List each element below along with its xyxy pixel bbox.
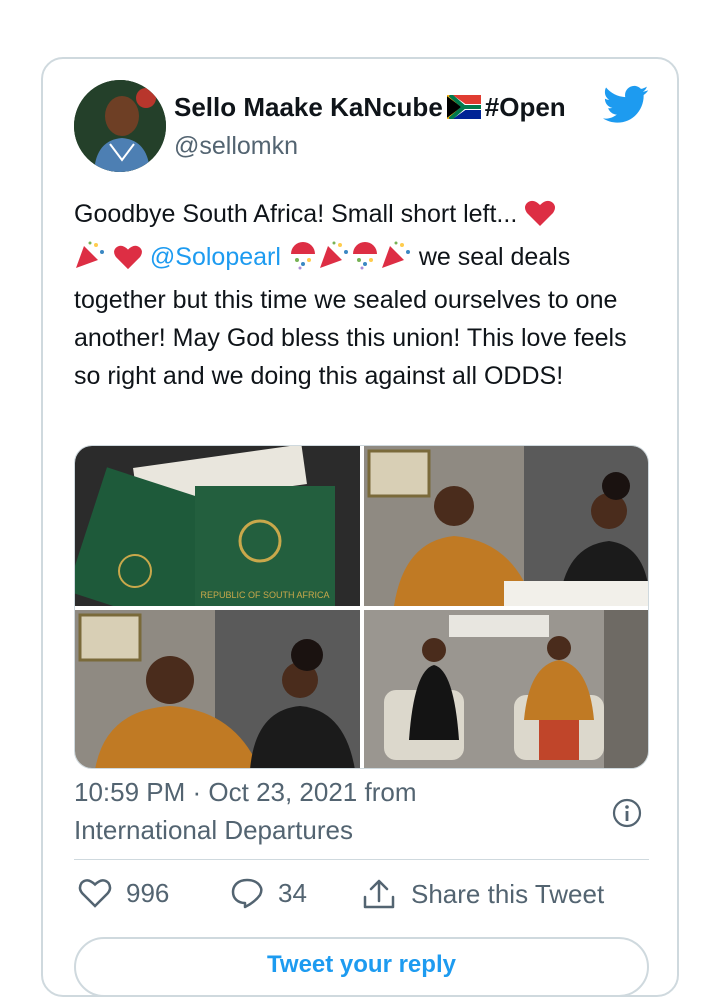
share-icon	[363, 879, 395, 909]
south-africa-flag-icon	[446, 93, 482, 126]
divider	[74, 859, 649, 860]
author-handle[interactable]: @sellomkn	[174, 132, 298, 161]
tweet-text-rest: together but this time we sealed ourselv…	[74, 286, 627, 390]
author-name-suffix: #Open	[484, 92, 566, 122]
like-button[interactable]: 996	[78, 877, 169, 909]
red-heart-icon	[113, 243, 143, 281]
party-popper-icon	[318, 240, 350, 281]
reply-button[interactable]: 34	[230, 877, 307, 909]
avatar[interactable]	[74, 80, 166, 172]
author-name-text: Sello Maake KaNcube	[174, 92, 443, 122]
mention-link[interactable]: @Solopearl	[150, 243, 281, 271]
party-popper-icon	[380, 240, 412, 281]
twitter-bird-icon[interactable]	[603, 85, 649, 125]
couple-signing-photo-1[interactable]	[364, 446, 648, 606]
media-grid[interactable]: REPUBLIC OF SOUTH AFRICA	[74, 445, 649, 769]
tweet-text-line1: Goodbye South Africa! Small short left..…	[74, 200, 525, 228]
confetti-ball-icon	[288, 240, 318, 281]
share-button[interactable]: Share this Tweet	[361, 877, 604, 911]
like-count: 996	[126, 877, 170, 908]
info-icon[interactable]	[612, 798, 642, 828]
tweet-text: Goodbye South Africa! Small short left..…	[74, 195, 654, 395]
tweet-text-after-mention: we seal deals	[411, 243, 571, 271]
reply-icon	[231, 878, 263, 909]
share-label: Share this Tweet	[411, 878, 605, 909]
tweet-card: Sello Maake KaNcube #Open @sellomkn Good…	[41, 57, 679, 997]
tweet-reply-button[interactable]: Tweet your reply	[74, 937, 649, 997]
couple-seated-photo[interactable]	[364, 610, 648, 768]
passport-photo[interactable]: REPUBLIC OF SOUTH AFRICA	[75, 446, 360, 606]
passport-text: REPUBLIC OF SOUTH AFRICA	[200, 590, 329, 600]
red-heart-icon	[524, 199, 556, 238]
couple-signing-photo-2[interactable]	[75, 610, 360, 768]
confetti-ball-icon	[350, 240, 380, 281]
tweet-location[interactable]: International Departures	[74, 815, 353, 846]
heart-icon	[78, 879, 112, 908]
tweet-timestamp[interactable]: 10:59 PM · Oct 23, 2021 from	[74, 777, 417, 808]
reply-count: 34	[278, 877, 307, 908]
party-popper-icon	[74, 240, 106, 281]
author-name[interactable]: Sello Maake KaNcube #Open	[174, 92, 566, 126]
